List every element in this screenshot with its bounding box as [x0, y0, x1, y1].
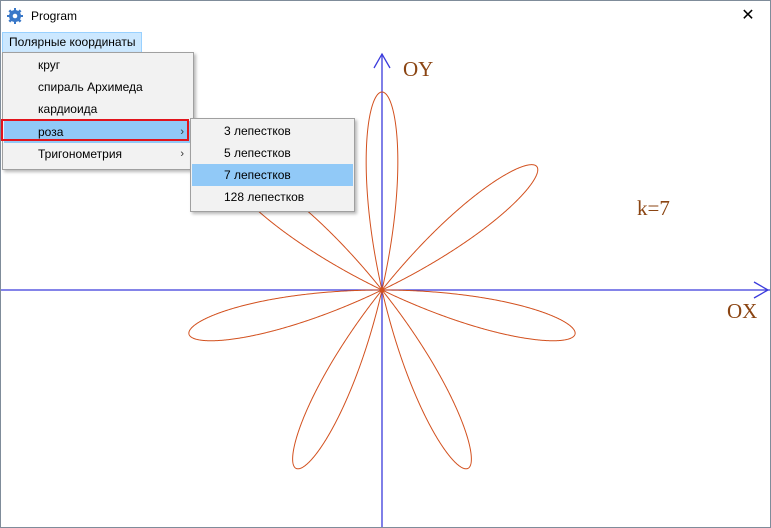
submenu-item-label: 128 лепестков	[224, 190, 305, 204]
menu-item-cardioid[interactable]: кардиоида	[4, 98, 192, 120]
title-bar[interactable]: Program ✕	[1, 1, 770, 31]
menu-item-label: роза	[38, 125, 64, 139]
menu-item-label: спираль Архимеда	[38, 80, 143, 94]
submenu-item-label: 5 лепестков	[224, 146, 291, 160]
menu-item-rose[interactable]: роза ›	[4, 121, 192, 143]
chevron-right-icon: ›	[180, 126, 184, 138]
app-window: Program ✕ Полярные координаты OY OX k=7 …	[0, 0, 771, 528]
submenu-item-7-petals[interactable]: 7 лепестков	[192, 164, 353, 186]
axis-x-label: OX	[727, 299, 757, 323]
menu-item-trigonometry[interactable]: Тригонометрия ›	[4, 143, 192, 165]
menu-polar-coordinates[interactable]: Полярные координаты	[2, 32, 143, 53]
rose-submenu: 3 лепестков 5 лепестков 7 лепестков 128 …	[190, 118, 355, 212]
menu-item-archimedes-spiral[interactable]: спираль Архимеда	[4, 76, 192, 98]
submenu-item-128-petals[interactable]: 128 лепестков	[192, 186, 353, 208]
axis-y-label: OY	[403, 57, 433, 81]
menu-item-circle[interactable]: круг	[4, 54, 192, 76]
menu-bar: Полярные координаты	[1, 32, 770, 53]
window-title: Program	[31, 9, 78, 23]
k-label: k=7	[637, 196, 670, 220]
menu-item-label: кардиоида	[38, 102, 98, 116]
gear-icon	[7, 8, 23, 24]
submenu-item-label: 3 лепестков	[224, 124, 291, 138]
close-button[interactable]: ✕	[726, 1, 770, 31]
menu-item-label: Тригонометрия	[38, 147, 123, 161]
polar-dropdown-menu: круг спираль Архимеда кардиоида роза › Т…	[2, 52, 194, 170]
menu-item-label: круг	[38, 58, 61, 72]
submenu-item-label: 7 лепестков	[224, 168, 291, 182]
submenu-item-3-petals[interactable]: 3 лепестков	[192, 120, 353, 142]
chevron-right-icon: ›	[180, 148, 184, 160]
submenu-item-5-petals[interactable]: 5 лепестков	[192, 142, 353, 164]
